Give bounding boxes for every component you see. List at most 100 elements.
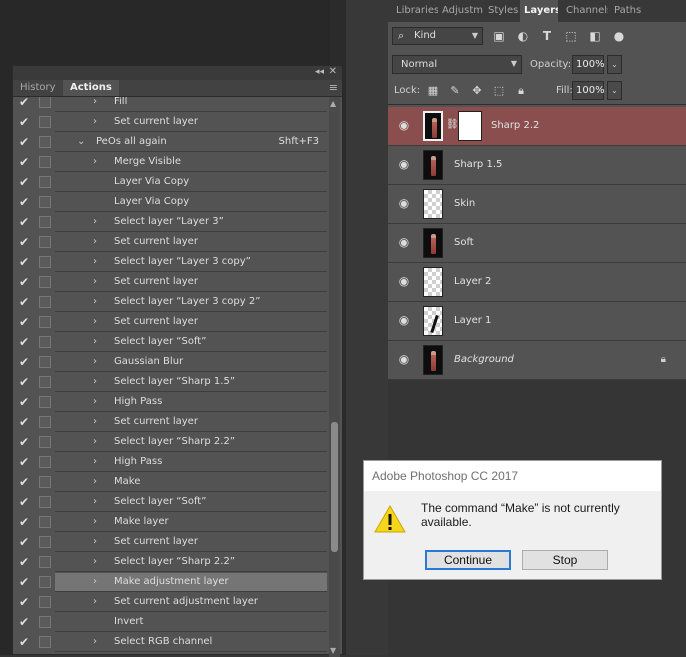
action-item[interactable]: › Set current layer bbox=[55, 533, 327, 552]
layer-thumbnail[interactable] bbox=[423, 150, 443, 180]
eye-icon[interactable]: ◉ bbox=[397, 119, 411, 131]
chevron-right-icon[interactable]: › bbox=[93, 213, 97, 231]
checkmark-icon[interactable]: ✔ bbox=[19, 634, 33, 650]
chevron-right-icon[interactable]: › bbox=[93, 433, 97, 451]
checkmark-icon[interactable]: ✔ bbox=[19, 514, 33, 530]
dialog-toggle-checkbox[interactable] bbox=[39, 576, 51, 588]
action-item[interactable]: › Gaussian Blur bbox=[55, 353, 327, 372]
chevron-down-icon[interactable]: ⌄ bbox=[77, 133, 85, 151]
checkmark-icon[interactable]: ✔ bbox=[19, 314, 33, 330]
action-row[interactable]: ✔ › Set current layer bbox=[13, 273, 329, 292]
tab-history[interactable]: History bbox=[13, 80, 63, 96]
tab-styles[interactable]: Styles bbox=[484, 0, 520, 22]
action-row[interactable]: ✔ › Fill bbox=[13, 97, 329, 112]
action-item[interactable]: › Select layer “Sharp 1.5” bbox=[55, 373, 327, 392]
fill-dropdown-icon[interactable]: ⌄ bbox=[607, 81, 622, 100]
action-row[interactable]: ✔ › Select layer “Sharp 2.2” bbox=[13, 433, 329, 452]
action-item[interactable]: › Select layer “Soft” bbox=[55, 493, 327, 512]
action-item[interactable]: › Make adjustment layer bbox=[55, 573, 327, 592]
layer-thumbnail[interactable] bbox=[423, 189, 443, 219]
layer-name[interactable]: Sharp 2.2 bbox=[491, 107, 539, 145]
action-item[interactable]: › Set current layer bbox=[55, 233, 327, 252]
action-row[interactable]: ✔ › Select layer “Layer 3 copy 2” bbox=[13, 293, 329, 312]
scroll-up-icon[interactable]: ▲ bbox=[330, 99, 336, 108]
layer-mask-thumbnail[interactable] bbox=[458, 111, 482, 141]
layer-row[interactable]: ◉ ⛓ Sharp 2.2 bbox=[388, 107, 686, 146]
chevron-right-icon[interactable]: › bbox=[93, 553, 97, 571]
tab-layers[interactable]: Layers bbox=[520, 0, 558, 22]
dialog-toggle-checkbox[interactable] bbox=[39, 196, 51, 208]
layer-name[interactable]: Sharp 1.5 bbox=[454, 146, 502, 184]
chevron-right-icon[interactable]: › bbox=[93, 233, 97, 251]
action-row[interactable]: ✔ › High Pass bbox=[13, 393, 329, 412]
layer-row[interactable]: ◉ Sharp 1.5 bbox=[388, 146, 686, 185]
dialog-toggle-checkbox[interactable] bbox=[39, 376, 51, 388]
dialog-toggle-checkbox[interactable] bbox=[39, 256, 51, 268]
checkmark-icon[interactable]: ✔ bbox=[19, 554, 33, 570]
checkmark-icon[interactable]: ✔ bbox=[19, 454, 33, 470]
checkmark-icon[interactable]: ✔ bbox=[19, 394, 33, 410]
action-item[interactable]: › Make layer bbox=[55, 513, 327, 532]
chevron-right-icon[interactable]: › bbox=[93, 293, 97, 311]
chevron-right-icon[interactable]: › bbox=[93, 413, 97, 431]
eye-icon[interactable]: ◉ bbox=[397, 314, 411, 326]
lock-transparent-icon[interactable]: ▦ bbox=[426, 83, 440, 99]
checkmark-icon[interactable]: ✔ bbox=[19, 414, 33, 430]
action-row[interactable]: ✔ › Merge Visible bbox=[13, 153, 329, 172]
scroll-down-icon[interactable]: ▼ bbox=[330, 646, 336, 655]
checkmark-icon[interactable]: ✔ bbox=[19, 474, 33, 490]
action-row[interactable]: ✔ › Select layer “Layer 3” bbox=[13, 213, 329, 232]
checkmark-icon[interactable]: ✔ bbox=[19, 154, 33, 170]
opacity-field[interactable]: 100% bbox=[572, 55, 605, 74]
checkmark-icon[interactable]: ✔ bbox=[19, 594, 33, 610]
chevron-right-icon[interactable]: › bbox=[93, 473, 97, 491]
action-row[interactable]: ✔ › Set current layer bbox=[13, 233, 329, 252]
layer-row[interactable]: ◉ Skin bbox=[388, 185, 686, 224]
checkmark-icon[interactable]: ✔ bbox=[19, 134, 33, 150]
action-item[interactable]: ⌄ PeOs all again Shft+F3 bbox=[55, 133, 327, 152]
layer-row[interactable]: ◉ Layer 1 bbox=[388, 302, 686, 341]
layer-thumbnail[interactable] bbox=[423, 306, 443, 336]
action-item[interactable]: › Set current layer bbox=[55, 413, 327, 432]
dialog-toggle-checkbox[interactable] bbox=[39, 116, 51, 128]
dialog-toggle-checkbox[interactable] bbox=[39, 636, 51, 648]
chevron-right-icon[interactable]: › bbox=[93, 97, 97, 111]
action-item[interactable]: › Select RGB channel bbox=[55, 633, 327, 652]
eye-icon[interactable]: ◉ bbox=[397, 236, 411, 248]
action-row[interactable]: ✔ ⌄ PeOs all again Shft+F3 bbox=[13, 133, 329, 152]
eye-icon[interactable]: ◉ bbox=[397, 158, 411, 170]
checkmark-icon[interactable]: ✔ bbox=[19, 574, 33, 590]
type-filter-icon[interactable]: T bbox=[540, 28, 554, 44]
chevron-right-icon[interactable]: › bbox=[93, 493, 97, 511]
dialog-toggle-checkbox[interactable] bbox=[39, 296, 51, 308]
checkmark-icon[interactable]: ✔ bbox=[19, 534, 33, 550]
action-row[interactable]: ✔ › Select layer “Layer 3 copy” bbox=[13, 253, 329, 272]
dialog-toggle-checkbox[interactable] bbox=[39, 496, 51, 508]
stop-button[interactable]: Stop bbox=[522, 550, 608, 570]
actions-scrollbar[interactable]: ▲ ▼ bbox=[329, 97, 340, 657]
checkmark-icon[interactable]: ✔ bbox=[19, 494, 33, 510]
dialog-toggle-checkbox[interactable] bbox=[39, 476, 51, 488]
dialog-toggle-checkbox[interactable] bbox=[39, 316, 51, 328]
checkmark-icon[interactable]: ✔ bbox=[19, 234, 33, 250]
dialog-toggle-checkbox[interactable] bbox=[39, 356, 51, 368]
action-item[interactable]: › Select layer “Layer 3” bbox=[55, 213, 327, 232]
checkmark-icon[interactable]: ✔ bbox=[19, 294, 33, 310]
shape-filter-icon[interactable]: ⬚ bbox=[564, 28, 578, 44]
dialog-toggle-checkbox[interactable] bbox=[39, 176, 51, 188]
image-filter-icon[interactable]: ▣ bbox=[492, 28, 506, 44]
action-item[interactable]: › High Pass bbox=[55, 453, 327, 472]
action-item[interactable]: › Set current adjustment layer bbox=[55, 593, 327, 612]
lock-all-icon[interactable]: 🔒︎ bbox=[514, 83, 528, 99]
link-icon[interactable]: ⛓ bbox=[446, 119, 459, 130]
layer-thumbnail[interactable] bbox=[423, 267, 443, 297]
action-row[interactable]: ✔ Layer Via Copy bbox=[13, 193, 329, 212]
action-item[interactable]: › Select layer “Layer 3 copy” bbox=[55, 253, 327, 272]
action-row[interactable]: ✔ › Set current layer bbox=[13, 413, 329, 432]
layer-name[interactable]: Layer 1 bbox=[454, 302, 491, 340]
scrollbar-thumb[interactable] bbox=[331, 422, 338, 552]
action-item[interactable]: › Select layer “Soft” bbox=[55, 333, 327, 352]
dialog-toggle-checkbox[interactable] bbox=[39, 436, 51, 448]
chevron-right-icon[interactable]: › bbox=[93, 593, 97, 611]
checkmark-icon[interactable]: ✔ bbox=[19, 114, 33, 130]
